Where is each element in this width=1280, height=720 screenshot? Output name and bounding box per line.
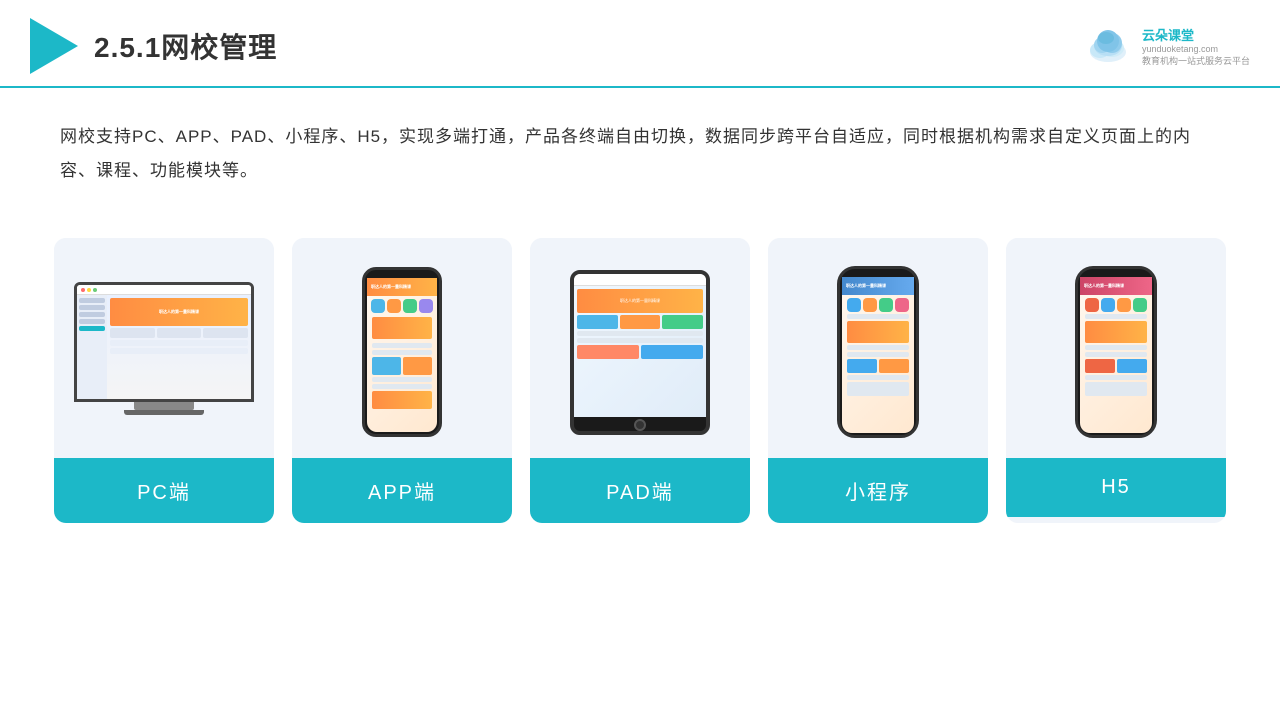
card-pc: 职达人的第一量科精课 bbox=[54, 238, 274, 523]
phone-h5-mockup: 职达人的第一量科精课 bbox=[1075, 266, 1157, 438]
card-app-image: 职达人的第一量科精课 bbox=[292, 238, 512, 458]
brand-tagline: 教育机构一站式服务云平台 bbox=[1142, 54, 1250, 67]
card-pc-label: PC端 bbox=[54, 458, 274, 523]
card-mini: 职达人的第一量科精课 bbox=[768, 238, 988, 523]
phone-mini-mockup: 职达人的第一量科精课 bbox=[837, 266, 919, 438]
header-right: 云朵课堂 yunduoketang.com 教育机构一站式服务云平台 bbox=[1082, 25, 1250, 67]
page-title: 2.5.1网校管理 bbox=[94, 26, 277, 66]
card-app-label: APP端 bbox=[292, 458, 512, 523]
header-left: 2.5.1网校管理 bbox=[30, 18, 277, 74]
card-app: 职达人的第一量科精课 bbox=[292, 238, 512, 523]
brand-text: 云朵课堂 yunduoketang.com 教育机构一站式服务云平台 bbox=[1142, 25, 1250, 67]
logo-triangle-icon bbox=[30, 18, 78, 74]
brand-name: 云朵课堂 bbox=[1142, 25, 1250, 44]
page-header: 2.5.1网校管理 云朵课堂 yunduoketang.com 教育机构一站式服… bbox=[0, 0, 1280, 88]
card-h5-image: 职达人的第一量科精课 bbox=[1006, 238, 1226, 458]
pc-mockup: 职达人的第一量科精课 bbox=[74, 282, 254, 422]
card-pc-image: 职达人的第一量科精课 bbox=[54, 238, 274, 458]
card-h5-label: H5 bbox=[1006, 458, 1226, 517]
card-mini-label: 小程序 bbox=[768, 458, 988, 523]
card-pad: 职达人的第一量科精课 bbox=[530, 238, 750, 523]
tablet-mockup: 职达人的第一量科精课 bbox=[570, 270, 710, 435]
card-pad-image: 职达人的第一量科精课 bbox=[530, 238, 750, 458]
phone-app-mockup: 职达人的第一量科精课 bbox=[362, 267, 442, 437]
card-h5: 职达人的第一量科精课 bbox=[1006, 238, 1226, 523]
description-text: 网校支持PC、APP、PAD、小程序、H5，实现多端打通，产品各终端自由切换，数… bbox=[0, 88, 1280, 208]
device-cards: 职达人的第一量科精课 bbox=[0, 218, 1280, 523]
brand-domain: yunduoketang.com bbox=[1142, 44, 1250, 54]
card-pad-label: PAD端 bbox=[530, 458, 750, 523]
card-mini-image: 职达人的第一量科精课 bbox=[768, 238, 988, 458]
brand-cloud-icon bbox=[1082, 28, 1134, 64]
